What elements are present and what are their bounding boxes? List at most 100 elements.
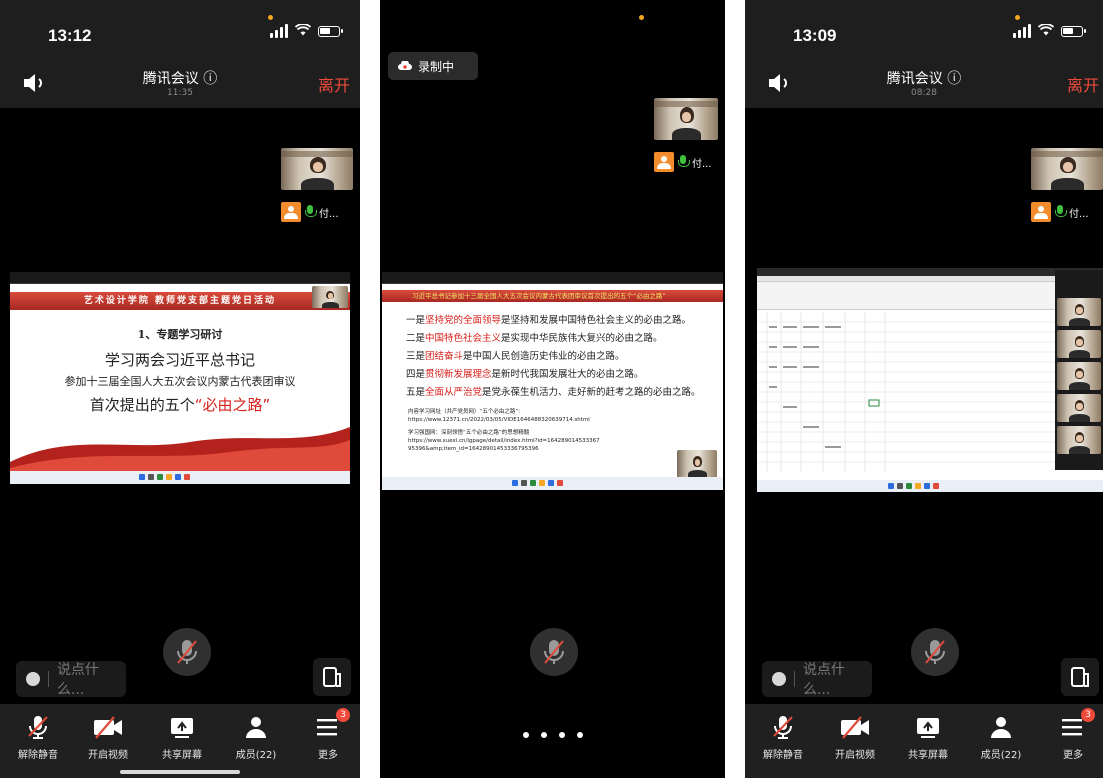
left-phone-screen: 13:12 腾讯会议 ⓘ 11:35 离开 付... 艺术设计学院 教师党支部主…	[0, 0, 360, 778]
share-screen-button[interactable]: 共享屏幕	[898, 714, 958, 761]
privacy-indicator	[639, 15, 644, 20]
mic-muted-icon	[8, 714, 68, 740]
participant-video-thumbnail[interactable]	[281, 148, 353, 190]
slide-banner: 习近平总书记参加十三届全国人大五次会议内蒙古代表团审议首次提出的五个“必由之路”	[382, 290, 723, 302]
privacy-indicator	[268, 15, 273, 20]
spreadsheet-grid	[757, 312, 1057, 472]
start-video-button[interactable]: 开启视频	[78, 714, 138, 761]
participant-video-thumbnail[interactable]	[654, 98, 718, 140]
members-icon	[226, 714, 286, 740]
mic-on-icon	[678, 155, 690, 169]
slide-subtitle: 1、专题学习研讨	[137, 328, 223, 341]
participant-video-thumbnail[interactable]	[1031, 148, 1103, 190]
rotate-screen-button[interactable]	[313, 658, 351, 696]
meeting-elapsed-time: 08:28	[911, 88, 937, 98]
mic-muted-bubble-icon[interactable]	[911, 628, 959, 676]
mic-on-icon	[1055, 205, 1067, 219]
recording-label: 录制中	[418, 59, 455, 74]
participant-name-row: 付...	[281, 202, 339, 222]
recording-indicator[interactable]: 录制中	[388, 52, 478, 80]
mic-on-icon	[305, 205, 317, 219]
menu-icon: 3	[1043, 708, 1103, 740]
avatar-icon	[654, 152, 674, 172]
meeting-toolbar: 解除静音 开启视频 共享屏幕 成员(22) 3 更多	[0, 704, 360, 778]
share-screen-button[interactable]: 共享屏幕	[152, 714, 212, 761]
leave-button[interactable]: 离开	[1067, 72, 1099, 96]
video-off-icon	[78, 714, 138, 740]
battery-icon	[1061, 25, 1086, 37]
path-item: 五是全面从严治党是党永葆生机活力、走好新的赶考之路的必由之路。	[406, 387, 701, 398]
meeting-title[interactable]: 腾讯会议 ⓘ	[0, 68, 360, 88]
shared-screen-slide: 习近平总书记参加十三届全国人大五次会议内蒙古代表团审议首次提出的五个“必由之路”…	[382, 272, 723, 490]
meeting-toolbar: 解除静音 开启视频 共享屏幕 成员(22) 3 更多	[745, 704, 1103, 778]
wifi-icon	[294, 23, 312, 38]
slide-title-line3: 首次提出的五个“必由之路”	[89, 396, 271, 414]
more-button[interactable]: 3 更多	[298, 708, 358, 761]
mic-muted-bubble-icon[interactable]	[163, 628, 211, 676]
mic-muted-bubble-icon[interactable]	[530, 628, 578, 676]
path-item: 四是贯彻新发展理念是新时代我国发展壮大的必由之路。	[406, 369, 644, 380]
chat-placeholder: 说点什么...	[56, 662, 99, 698]
share-screen-icon	[898, 714, 958, 740]
cloud-record-icon	[398, 61, 412, 70]
shared-screen-slide: 艺术设计学院 教师党支部主题党日活动 1、专题学习研讨 学习两会习近平总书记 参…	[10, 272, 350, 484]
rotate-screen-button[interactable]	[1061, 658, 1099, 696]
presenter-thumbnail	[677, 450, 717, 478]
emoji-icon[interactable]	[772, 672, 786, 686]
participant-name-row: 付...	[654, 152, 712, 172]
rotate-icon	[1071, 667, 1089, 687]
page-indicator-dots[interactable]	[380, 732, 725, 738]
members-button[interactable]: 成员(22)	[971, 714, 1031, 761]
participant-name: 付...	[319, 208, 339, 220]
battery-icon	[318, 25, 343, 37]
slide-title-line1: 学习两会习近平总书记	[104, 351, 255, 369]
menu-icon: 3	[298, 708, 358, 740]
participant-name-row: 付...	[1031, 202, 1089, 222]
participant-name: 付...	[1069, 208, 1089, 220]
chat-input[interactable]: 说点什么...	[16, 661, 126, 698]
meeting-title[interactable]: 腾讯会议 ⓘ	[745, 68, 1103, 88]
right-phone-screen: 13:09 腾讯会议 ⓘ 08:28 离开 付... 说点什么... 解除静音 …	[745, 0, 1103, 778]
slide-header: 艺术设计学院 教师党支部主题党日活动	[10, 292, 350, 310]
presenter-thumbnail	[312, 286, 348, 308]
meeting-header: 腾讯会议 ⓘ 08:28 离开	[745, 58, 1103, 108]
unmute-button[interactable]: 解除静音	[753, 714, 813, 761]
five-paths-list: 一是坚持党的全面领导是坚持和发展中国特色社会主义的必由之路。 二是中国特色社会主义…	[406, 312, 701, 402]
start-video-button[interactable]: 开启视频	[825, 714, 885, 761]
share-screen-icon	[152, 714, 212, 740]
middle-phone-screen: 录制中 付... 习近平总书记参加十三届全国人大五次会议内蒙古代表团审议首次提出…	[380, 0, 725, 778]
rotate-icon	[323, 667, 341, 687]
chat-input[interactable]: 说点什么...	[762, 661, 872, 698]
chat-placeholder: 说点什么...	[802, 662, 845, 698]
meeting-header: 腾讯会议 ⓘ 11:35 离开	[0, 58, 360, 108]
wifi-icon	[1037, 23, 1055, 38]
path-item: 一是坚持党的全面领导是坚持和发展中国特色社会主义的必由之路。	[406, 315, 692, 326]
home-indicator[interactable]	[120, 770, 240, 774]
participant-name: 付...	[692, 158, 712, 170]
gallery-strip	[1055, 270, 1103, 470]
shared-screen-spreadsheet	[757, 268, 1103, 492]
unmute-button[interactable]: 解除静音	[8, 714, 68, 761]
leave-button[interactable]: 离开	[318, 72, 350, 96]
emoji-icon[interactable]	[26, 672, 40, 686]
privacy-indicator	[1015, 15, 1020, 20]
signal-icon	[1013, 24, 1031, 38]
more-button[interactable]: 3 更多	[1043, 708, 1103, 761]
members-button[interactable]: 成员(22)	[226, 714, 286, 761]
meeting-elapsed-time: 11:35	[167, 88, 193, 98]
reference-links: 内容学习网址（共产党员网）“五个必由之路”: https://www.12371…	[408, 409, 600, 452]
path-item: 三是团结奋斗是中国人民创造历史伟业的必由之路。	[406, 351, 625, 362]
slide-red-wave-decoration	[10, 427, 350, 472]
signal-icon	[270, 24, 288, 38]
more-badge: 3	[336, 708, 350, 722]
avatar-icon	[281, 202, 301, 222]
path-item: 二是中国特色社会主义是实现中华民族伟大复兴的必由之路。	[406, 333, 663, 344]
more-badge: 3	[1081, 708, 1095, 722]
avatar-icon	[1031, 202, 1051, 222]
status-time: 13:12	[48, 26, 92, 45]
video-off-icon	[825, 714, 885, 740]
status-time: 13:09	[793, 26, 837, 45]
members-icon	[971, 714, 1031, 740]
mic-muted-icon	[753, 714, 813, 740]
slide-title-line2: 参加十三届全国人大五次会议内蒙古代表团审议	[64, 375, 296, 388]
